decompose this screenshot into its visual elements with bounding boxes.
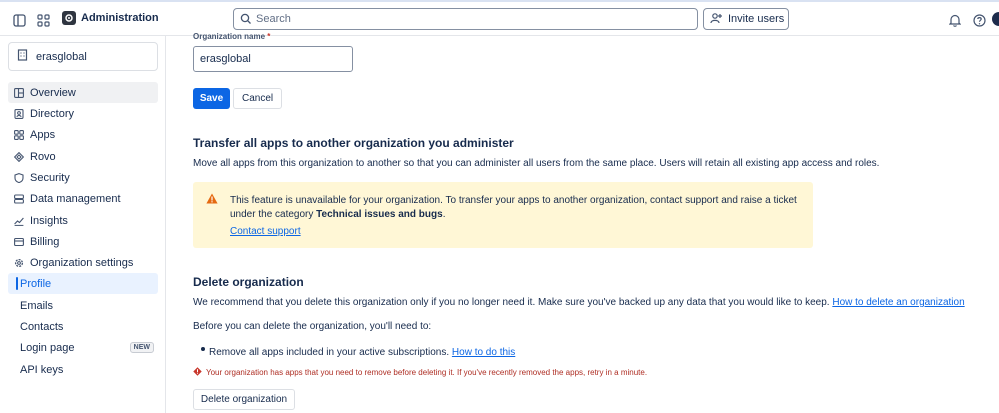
sidebar-item-label: Overview — [30, 86, 76, 99]
add-person-icon — [710, 12, 722, 27]
sidebar-item-label: Data management — [30, 192, 121, 205]
delete-organization-button[interactable]: Delete organization — [193, 389, 295, 410]
sidebar-item-overview[interactable]: Overview — [8, 82, 158, 103]
sidebar-item-rovo[interactable]: Rovo — [8, 146, 158, 167]
organization-name-input[interactable] — [193, 46, 353, 72]
sidebar-item-data-management[interactable]: Data management — [8, 188, 158, 209]
apps-icon — [14, 129, 24, 140]
sidebar-item-insights[interactable]: Insights — [8, 210, 158, 231]
contact-support-link[interactable]: Contact support — [230, 226, 301, 237]
sidebar-item-label: Insights — [30, 214, 68, 227]
sidebar-subitem-label: Emails — [20, 299, 54, 312]
app-title[interactable]: Administration — [81, 12, 159, 24]
sidebar: erasglobal Overview Directory Apps Rovo … — [0, 36, 166, 413]
sidebar-item-label: Billing — [30, 235, 60, 248]
sidebar-subitem-profile[interactable]: Profile — [8, 273, 158, 294]
sidebar-item-label: Organization settings — [30, 256, 134, 269]
notifications-bell-icon[interactable] — [947, 12, 963, 28]
overview-icon — [14, 87, 24, 98]
rovo-icon — [14, 151, 24, 162]
delete-prerequisites: Before you can delete the organization, … — [193, 321, 432, 332]
sidebar-item-label: Apps — [30, 128, 56, 141]
sidebar-subitem-label: Login page — [20, 341, 75, 354]
sidebar-subitem-label: Profile — [20, 277, 52, 290]
delete-description-text: We recommend that you delete this organi… — [193, 297, 830, 308]
error-icon — [193, 367, 202, 378]
card-icon — [14, 237, 24, 247]
organization-name-label: Organization name * — [193, 32, 270, 41]
warning-banner: This feature is unavailable for your org… — [193, 182, 813, 248]
gear-icon — [14, 258, 24, 268]
save-button[interactable]: Save — [193, 88, 230, 109]
how-to-do-this-link[interactable]: How to do this — [452, 347, 515, 358]
warning-icon — [206, 193, 218, 207]
sidebar-subitem-login-page[interactable]: Login page NEW — [8, 337, 158, 358]
new-badge: NEW — [129, 342, 154, 353]
prerequisite-text: Remove all apps included in your active … — [209, 347, 450, 358]
prerequisite-item: Remove all apps included in your active … — [209, 347, 515, 358]
invite-users-label: Invite users — [728, 13, 785, 25]
main-content: Organization name * Save Cancel Transfer… — [193, 32, 993, 413]
sidebar-subitem-api-keys[interactable]: API keys — [8, 359, 158, 380]
delete-section-title: Delete organization — [193, 275, 304, 289]
sidebar-subitem-label: Contacts — [20, 320, 64, 333]
organization-switcher[interactable]: erasglobal — [8, 42, 158, 71]
warning-end: . — [442, 209, 446, 220]
directory-icon — [14, 108, 24, 119]
bullet-point — [201, 347, 205, 351]
warning-bold-text: Technical issues and bugs — [316, 209, 443, 220]
error-text: Your organization has apps that you need… — [206, 368, 648, 377]
how-to-delete-link[interactable]: How to delete an organization — [832, 297, 964, 308]
warning-message: This feature is unavailable for your org… — [230, 194, 805, 222]
transfer-description: Move all apps from this organization to … — [193, 158, 880, 169]
sidebar-subitem-emails[interactable]: Emails — [8, 295, 158, 316]
database-icon — [14, 193, 24, 204]
required-mark: * — [267, 32, 271, 41]
sidebar-item-organization-settings[interactable]: Organization settings — [8, 252, 158, 273]
error-message: Your organization has apps that you need… — [193, 367, 647, 378]
sidebar-item-apps[interactable]: Apps — [8, 124, 158, 145]
user-avatar[interactable] — [992, 12, 999, 26]
sidebar-item-security[interactable]: Security — [8, 167, 158, 188]
shield-icon — [14, 172, 24, 183]
cancel-button[interactable]: Cancel — [233, 88, 283, 109]
sidebar-item-label: Rovo — [30, 150, 56, 163]
sidebar-item-label: Directory — [30, 107, 75, 120]
organization-name: erasglobal — [36, 50, 87, 63]
building-icon — [17, 49, 28, 64]
chart-icon — [14, 216, 24, 226]
sidebar-subitem-label: API keys — [20, 363, 64, 376]
field-label-text: Organization name — [193, 32, 266, 41]
search-icon — [240, 13, 252, 28]
top-navigation-bar: Administration Invite users — [0, 0, 999, 36]
transfer-section-title: Transfer all apps to another organizatio… — [193, 136, 514, 150]
app-switcher-icon[interactable] — [35, 12, 51, 28]
selected-indicator — [16, 277, 18, 290]
help-icon[interactable] — [971, 12, 987, 28]
sidebar-item-label: Security — [30, 171, 70, 184]
sidebar-item-directory[interactable]: Directory — [8, 103, 158, 124]
sidebar-subitem-contacts[interactable]: Contacts — [8, 316, 158, 337]
delete-description: We recommend that you delete this organi… — [193, 297, 965, 308]
search-bar[interactable] — [233, 8, 698, 30]
sidebar-item-billing[interactable]: Billing — [8, 231, 158, 252]
admin-gear-logo-icon[interactable] — [62, 11, 76, 25]
search-input[interactable] — [256, 12, 686, 26]
sidebar-toggle-icon[interactable] — [11, 12, 27, 28]
invite-users-button[interactable]: Invite users — [703, 8, 789, 30]
